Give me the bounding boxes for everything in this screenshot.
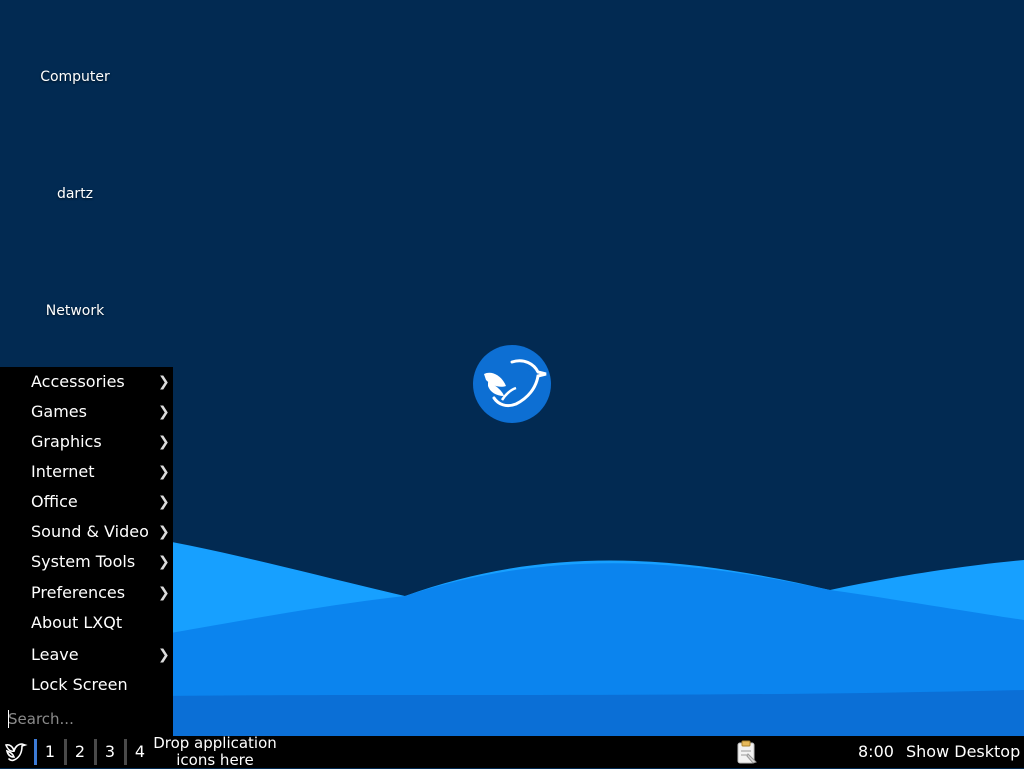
quicklaunch-drop-hint[interactable]: Drop application icons here (150, 735, 280, 769)
menu-item-sound-video[interactable]: Sound & Video ❯ (0, 517, 173, 547)
menu-search-input[interactable] (2, 705, 176, 733)
menu-item-system-tools[interactable]: System Tools ❯ (0, 547, 173, 577)
chevron-right-icon: ❯ (158, 494, 170, 510)
chevron-right-icon: ❯ (158, 524, 170, 540)
menu-item-leave[interactable]: Leave ❯ (0, 640, 173, 670)
workspace-3-button[interactable]: 3 (96, 738, 124, 766)
desktop-icon-home[interactable]: dartz (20, 186, 130, 202)
lxqt-bird-icon[interactable] (2, 739, 28, 765)
chevron-right-icon: ❯ (158, 647, 170, 663)
menu-item-internet[interactable]: Internet ❯ (0, 457, 173, 487)
application-menu: Accessories ❯ Games ❯ Graphics ❯ Interne… (0, 367, 176, 736)
menu-item-about-lxqt[interactable]: About LXQt (0, 608, 173, 638)
drop-hint-line: icons here (176, 751, 254, 769)
desktop-icon-label: dartz (56, 186, 94, 202)
menu-item-label: Lock Screen (31, 675, 128, 694)
menu-item-graphics[interactable]: Graphics ❯ (0, 427, 173, 457)
menu-item-preferences[interactable]: Preferences ❯ (0, 578, 173, 608)
menu-item-label: Preferences (31, 583, 126, 602)
desktop-icon-computer[interactable]: Computer (20, 69, 130, 85)
menu-item-lock-screen[interactable]: Lock Screen (0, 670, 173, 700)
menu-item-games[interactable]: Games ❯ (0, 397, 173, 427)
text-cursor (8, 710, 9, 728)
desktop-icon-label: Network (45, 303, 105, 319)
chevron-right-icon: ❯ (158, 464, 170, 480)
lubuntu-logo-icon (473, 345, 551, 423)
drop-hint-line: Drop application (153, 734, 277, 752)
menu-item-label: System Tools (31, 552, 136, 571)
desktop-icon-network[interactable]: Network (20, 303, 130, 319)
clipboard-icon[interactable] (736, 740, 758, 764)
clock[interactable]: 8:00 (858, 736, 894, 768)
workspace-1-button[interactable]: 1 (36, 738, 64, 766)
show-desktop-button[interactable]: Show Desktop (906, 736, 1020, 768)
chevron-right-icon: ❯ (158, 554, 170, 570)
menu-item-label: Graphics (31, 432, 102, 451)
chevron-right-icon: ❯ (158, 434, 170, 450)
desktop-icon-label: Computer (40, 69, 110, 85)
workspace-2-button[interactable]: 2 (66, 738, 94, 766)
taskbar: 1 2 3 4 Drop application icons here 8:00… (0, 735, 1024, 769)
chevron-right-icon: ❯ (158, 374, 170, 390)
menu-item-label: Accessories (31, 372, 125, 391)
menu-item-label: Internet (31, 462, 95, 481)
chevron-right-icon: ❯ (158, 585, 170, 601)
menu-item-label: Sound & Video (31, 522, 149, 541)
menu-item-accessories[interactable]: Accessories ❯ (0, 367, 173, 397)
menu-item-office[interactable]: Office ❯ (0, 487, 173, 517)
menu-item-label: Office (31, 492, 78, 511)
menu-item-label: Leave (31, 645, 79, 664)
menu-item-label: Games (31, 402, 87, 421)
menu-item-label: About LXQt (31, 613, 123, 632)
chevron-right-icon: ❯ (158, 404, 170, 420)
